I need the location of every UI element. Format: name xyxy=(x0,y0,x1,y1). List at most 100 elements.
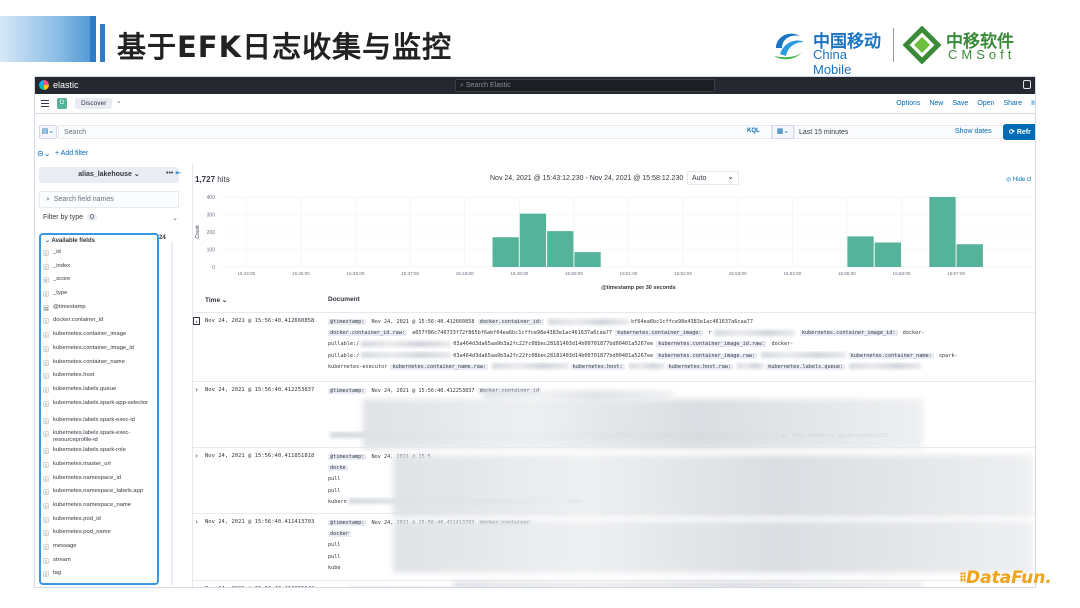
field-name: kubernetes.namespace_name xyxy=(53,502,131,508)
refresh-button[interactable]: ⟳ Refr xyxy=(1003,124,1035,140)
show-dates-link[interactable]: Show dates xyxy=(955,128,992,135)
field-item[interactable]: t kubernetes.host xyxy=(43,372,157,386)
field-item[interactable]: t kubernetes.namespace_labels.app xyxy=(43,488,157,502)
expand-row-icon[interactable]: › xyxy=(193,452,200,460)
filter-options-icon[interactable]: ⊝⌄ xyxy=(37,149,50,158)
field-item[interactable]: t kubernetes.labels.queue xyxy=(43,386,157,400)
field-item[interactable]: t kubernetes.labels.spark-exec-resourcepr… xyxy=(43,430,157,447)
nav-open[interactable]: Open xyxy=(977,100,994,107)
field-value: docker- xyxy=(768,341,794,348)
field-value: kubernetes-executor xyxy=(328,363,391,370)
field-type-icon: t xyxy=(43,489,49,496)
nav-share[interactable]: Share xyxy=(1003,100,1022,107)
field-item[interactable]: t kubernetes.container_image_id xyxy=(43,345,157,359)
field-name: kubernetes.container_image xyxy=(53,331,127,338)
collapse-sidebar-icon[interactable]: ⇤ xyxy=(175,170,181,177)
x-tick-label: 15:52:00 xyxy=(674,271,692,276)
field-item[interactable]: t kubernetes.pod_id xyxy=(43,516,157,530)
expand-row-icon[interactable]: › xyxy=(193,386,200,394)
add-filter-link[interactable]: + Add filter xyxy=(55,150,88,157)
field-item[interactable]: t kubernetes.labels.spark-role xyxy=(43,447,157,461)
field-value: bf64ea6bc1cffce98e4383e1ac461637a6caa77 xyxy=(631,319,753,325)
query-input[interactable]: Search xyxy=(58,125,772,139)
global-search-input[interactable]: ⌕ Search Elastic xyxy=(455,79,715,92)
y-tick-label: 200 xyxy=(207,230,216,236)
nav-new[interactable]: New xyxy=(929,100,943,107)
saved-query-icon[interactable]: ▤⌄ xyxy=(39,125,57,139)
field-item[interactable]: t _type xyxy=(43,290,157,304)
field-value: pull xyxy=(328,553,341,560)
menu-icon[interactable] xyxy=(41,100,49,107)
filter-by-type[interactable]: Filter by type 0 ⌄ xyxy=(43,214,178,222)
field-name: kubernetes.host xyxy=(53,372,95,379)
field-type-icon: t xyxy=(43,431,49,438)
redacted-block xyxy=(483,391,673,399)
field-value: Nov 24, 2021 @ 15:56:40.412660858 xyxy=(368,319,478,325)
field-item[interactable]: t docker.container_id xyxy=(43,317,157,331)
field-type-icon: t xyxy=(43,503,49,509)
index-pattern-selector[interactable]: alias_lakehouse ⌄ xyxy=(39,167,179,183)
field-type-icon: t xyxy=(43,448,49,455)
results-panel: 1,727 hits Nov 24, 2021 @ 15:43:12.230 -… xyxy=(192,163,1035,588)
field-item[interactable]: # _score xyxy=(43,276,157,290)
nav-inspect[interactable]: In xyxy=(1031,100,1035,107)
china-mobile-logo: 中国移动 China Mobile xyxy=(770,24,888,77)
help-icon[interactable] xyxy=(1023,80,1031,89)
redacted-block xyxy=(453,581,923,587)
kql-toggle[interactable]: KQL xyxy=(747,128,760,134)
field-type-icon: t xyxy=(43,530,49,537)
x-tick-label: 15:47:00 xyxy=(401,271,419,276)
breadcrumb-discover[interactable]: Discover xyxy=(75,98,113,109)
nav-options[interactable]: Options xyxy=(896,100,920,107)
field-item[interactable]: t kubernetes.namespace_id xyxy=(43,475,157,489)
field-item[interactable]: ▤ @timestamp xyxy=(43,304,157,318)
row-time: Nov 24, 2021 @ 15:56:40.410955540 xyxy=(205,586,314,587)
available-fields-panel: ⌄ Available fields t _id t _index # _score t _t… xyxy=(39,233,159,585)
cmsoft-mark-icon xyxy=(903,26,941,64)
field-name: _index xyxy=(53,262,71,269)
datafun-text: DataFun. xyxy=(966,568,1052,588)
field-item[interactable]: t kubernetes.labels.spark-app-selector xyxy=(43,400,157,417)
calendar-icon[interactable]: ▦⌄ xyxy=(772,125,794,139)
field-name: docker.container_id xyxy=(53,317,104,324)
available-fields-header[interactable]: ⌄ Available fields xyxy=(45,237,95,244)
field-key: kubernetes.container_image: xyxy=(615,330,704,337)
field-item[interactable]: t _id xyxy=(43,249,157,263)
field-sidebar: alias_lakehouse ⌄ ••• ⇤ ⌕ Search field na… xyxy=(35,163,185,587)
y-tick-label: 300 xyxy=(207,213,216,219)
redacted-value xyxy=(713,329,795,336)
china-mobile-mark-icon xyxy=(774,33,804,60)
nav-save[interactable]: Save xyxy=(952,100,968,107)
field-item[interactable]: t kubernetes.pod_name xyxy=(43,529,157,543)
field-value: 03a464d3da65aa9b3a2fc22fc08bec28181403d1… xyxy=(453,341,657,348)
field-item[interactable]: t kubernetes.namespace_name xyxy=(43,502,157,516)
field-item[interactable]: t message xyxy=(43,543,157,557)
field-item[interactable]: t kubernetes.container_name xyxy=(43,359,157,373)
space-avatar[interactable]: D xyxy=(57,98,67,109)
col-time[interactable]: Time ⌄ xyxy=(205,296,227,304)
field-item[interactable]: t stream xyxy=(43,557,157,571)
field-name: kubernetes.labels.spark-role xyxy=(53,447,126,454)
field-item[interactable]: t _index xyxy=(43,263,157,277)
x-tick-label: 15:57:00 xyxy=(947,271,965,276)
expand-row-icon[interactable]: › xyxy=(193,585,200,587)
hide-chart-link[interactable]: ◎ Hide cl xyxy=(1006,176,1031,183)
doc-line: kubernetes-executor kubernetes.container… xyxy=(328,362,1035,373)
field-search-input[interactable]: ⌕ Search field names xyxy=(39,191,179,208)
slide: 基于EFK日志收集与监控 中国移动 China Mobile 中移软件 CMSo… xyxy=(0,0,1080,608)
index-pattern-options-icon[interactable]: ••• ⇤ xyxy=(166,169,181,177)
field-item[interactable]: t kubernetes.labels.spark-exec-id xyxy=(43,417,157,431)
interval-select[interactable]: Auto xyxy=(687,171,739,185)
field-item[interactable]: t kubernetes.master_url xyxy=(43,461,157,475)
expand-row-icon[interactable]: › xyxy=(193,518,200,526)
y-tick-label: 100 xyxy=(207,248,216,254)
field-item[interactable]: t tag xyxy=(43,570,157,584)
field-item[interactable]: t kubernetes.container_image xyxy=(43,331,157,345)
elastic-logo[interactable]: elastic xyxy=(39,80,79,90)
y-tick-label: 0 xyxy=(212,265,215,271)
field-key: @tim xyxy=(328,587,345,588)
chevron-down-icon[interactable]: ⌄ xyxy=(116,97,122,105)
sidebar-scrollbar[interactable] xyxy=(171,241,173,585)
field-name: kubernetes.pod_name xyxy=(53,529,111,536)
expand-row-icon[interactable]: › xyxy=(193,317,200,326)
